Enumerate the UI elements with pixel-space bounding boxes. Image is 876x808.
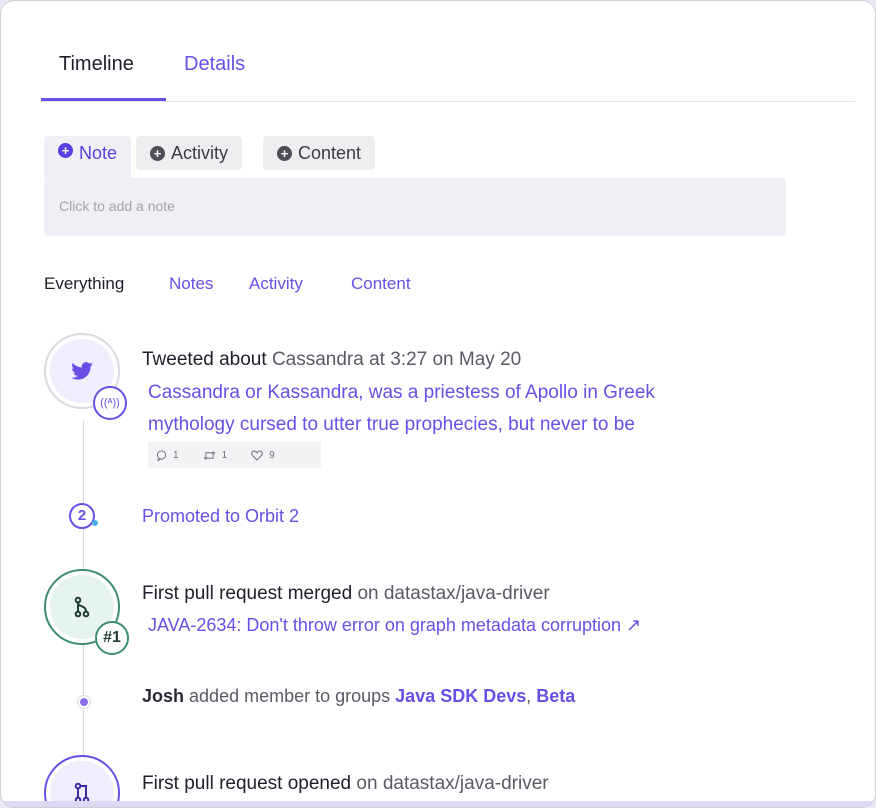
tweet-stats: 1 1 9: [148, 442, 321, 468]
merge-icon: [74, 596, 90, 618]
filter-activity[interactable]: Activity: [249, 274, 303, 294]
tweet-body-line: mythology cursed to utter true prophecie…: [148, 414, 635, 435]
group-link-java-sdk-devs[interactable]: Java SDK Devs: [395, 686, 526, 706]
tab-details[interactable]: Details: [184, 53, 245, 76]
orbit-promotion-text[interactable]: Promoted to Orbit 2: [142, 506, 299, 527]
twitter-icon: [71, 362, 93, 380]
member-event-dot: [77, 695, 91, 709]
pr-opened-title-rest: on datastax/java-driver: [356, 773, 549, 794]
orbit-level-badge: 2: [69, 503, 95, 529]
add-activity-chip[interactable]: + Activity: [136, 136, 243, 170]
tab-bar: Timeline Details: [41, 41, 855, 102]
pr-number-badge: #1: [95, 621, 129, 655]
reply-count: 1: [173, 449, 179, 461]
plus-circle-icon: +: [58, 143, 73, 158]
broadcast-badge: ((ᴬ)): [93, 386, 127, 420]
like-count: 9: [269, 449, 275, 461]
plus-circle-icon: +: [150, 145, 165, 161]
active-tab-indicator: [41, 98, 166, 101]
filter-everything[interactable]: Everything: [44, 274, 124, 294]
tab-timeline[interactable]: Timeline: [59, 53, 134, 76]
retweet-icon: [203, 450, 215, 460]
reply-stat: 1: [156, 450, 179, 461]
add-content-chip[interactable]: + Content: [263, 136, 376, 170]
tweet-title: Tweeted about Cassandra at 3:27 on May 2…: [142, 349, 521, 371]
pr-merged-title: First pull request merged on datastax/ja…: [142, 583, 550, 605]
tweet-body[interactable]: Cassandra or Kassandra, was a priestess …: [148, 377, 655, 441]
plus-circle-icon: +: [277, 145, 292, 161]
filter-notes[interactable]: Notes: [169, 274, 213, 294]
pr-opened-title-bold: First pull request opened: [142, 773, 352, 794]
chip-label: Activity: [171, 142, 229, 163]
pull-request-icon: [74, 782, 90, 804]
reply-icon: [156, 449, 167, 461]
member-actor[interactable]: Josh: [142, 686, 184, 706]
member-event-text: Josh added member to groups Java SDK Dev…: [142, 686, 575, 707]
note-input[interactable]: Click to add a note: [44, 178, 786, 236]
heart-icon: [251, 449, 263, 461]
broadcast-icon: ((ᴬ)): [100, 397, 120, 409]
chip-label: Note: [79, 143, 118, 163]
filter-content[interactable]: Content: [351, 274, 411, 294]
pr-opened-title: First pull request opened on datastax/ja…: [142, 773, 549, 795]
retweet-stat: 1: [203, 449, 228, 461]
tweet-title-bold: Tweeted about: [142, 349, 267, 370]
like-stat: 9: [251, 450, 275, 461]
member-action: added member to groups: [189, 686, 391, 706]
activity-card: Timeline Details + Note + Activity + Con…: [0, 0, 876, 808]
tweet-body-line: Cassandra or Kassandra, was a priestess …: [148, 382, 655, 403]
group-link-beta[interactable]: Beta: [536, 686, 575, 706]
tweet-title-rest: Cassandra at 3:27 on May 20: [271, 349, 522, 370]
retweet-count: 1: [221, 449, 228, 461]
chip-label: Content: [298, 142, 362, 163]
pr-merged-title-bold: First pull request merged: [142, 583, 353, 604]
add-note-chip[interactable]: + Note: [44, 136, 132, 178]
orbit-dot: [92, 520, 98, 526]
pr-merged-title-rest: on datastax/java-driver: [357, 583, 550, 604]
pr-opened-avatar: [44, 755, 120, 807]
pr-merged-link[interactable]: JAVA-2634: Don't throw error on graph me…: [148, 609, 641, 641]
group-separator: ,: [526, 686, 532, 706]
